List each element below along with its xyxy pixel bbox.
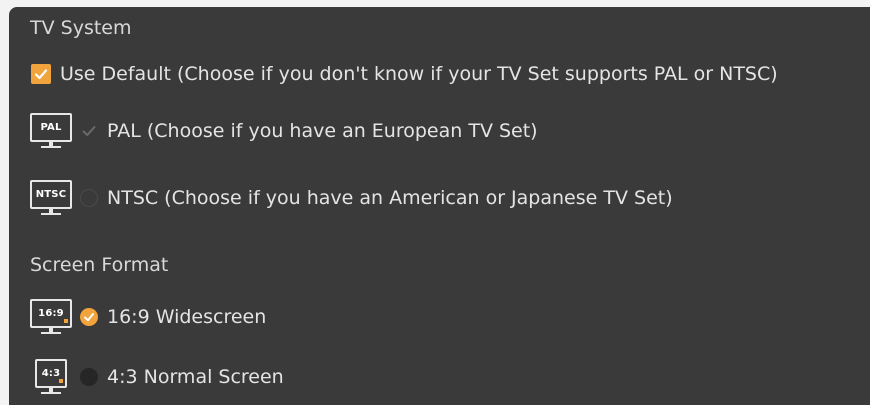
widescreen-tv-icon-text: 16:9 xyxy=(38,308,64,319)
normal-screen-tv-icon-text: 4:3 xyxy=(41,368,61,379)
widescreen-label: 16:9 Widescreen xyxy=(107,306,267,328)
pal-tv-icon-text: PAL xyxy=(40,122,62,133)
use-default-checkbox[interactable] xyxy=(31,64,51,84)
tv-system-heading: TV System xyxy=(30,17,132,39)
use-default-label: Use Default (Choose if you don't know if… xyxy=(60,63,778,85)
ntsc-tv-icon: NTSC xyxy=(30,180,72,216)
widescreen-radio[interactable] xyxy=(80,308,98,326)
screen-format-heading: Screen Format xyxy=(30,254,169,276)
ntsc-label: NTSC (Choose if you have an American or … xyxy=(107,187,673,209)
settings-panel: TV System Use Default (Choose if you don… xyxy=(9,7,870,405)
widescreen-option[interactable]: 16:9 16:9 Widescreen xyxy=(9,297,266,337)
pal-radio[interactable] xyxy=(80,122,98,140)
pal-check-icon xyxy=(82,126,96,136)
widescreen-check-icon xyxy=(84,313,94,322)
pal-option[interactable]: PAL PAL (Choose if you have an European … xyxy=(9,111,538,151)
normal-screen-tv-icon: 4:3 xyxy=(30,359,72,395)
pal-tv-icon: PAL xyxy=(30,113,72,149)
use-default-option[interactable]: Use Default (Choose if you don't know if… xyxy=(9,54,778,94)
ntsc-option[interactable]: NTSC NTSC (Choose if you have an America… xyxy=(9,178,673,218)
normal-screen-radio[interactable] xyxy=(80,368,98,386)
ntsc-radio[interactable] xyxy=(80,189,98,207)
normal-screen-label: 4:3 Normal Screen xyxy=(107,366,284,388)
normal-screen-option[interactable]: 4:3 4:3 Normal Screen xyxy=(9,357,284,397)
widescreen-tv-icon: 16:9 xyxy=(30,299,72,335)
checkmark-icon xyxy=(34,69,48,80)
pal-label: PAL (Choose if you have an European TV S… xyxy=(107,120,538,142)
ntsc-tv-icon-text: NTSC xyxy=(35,189,67,200)
